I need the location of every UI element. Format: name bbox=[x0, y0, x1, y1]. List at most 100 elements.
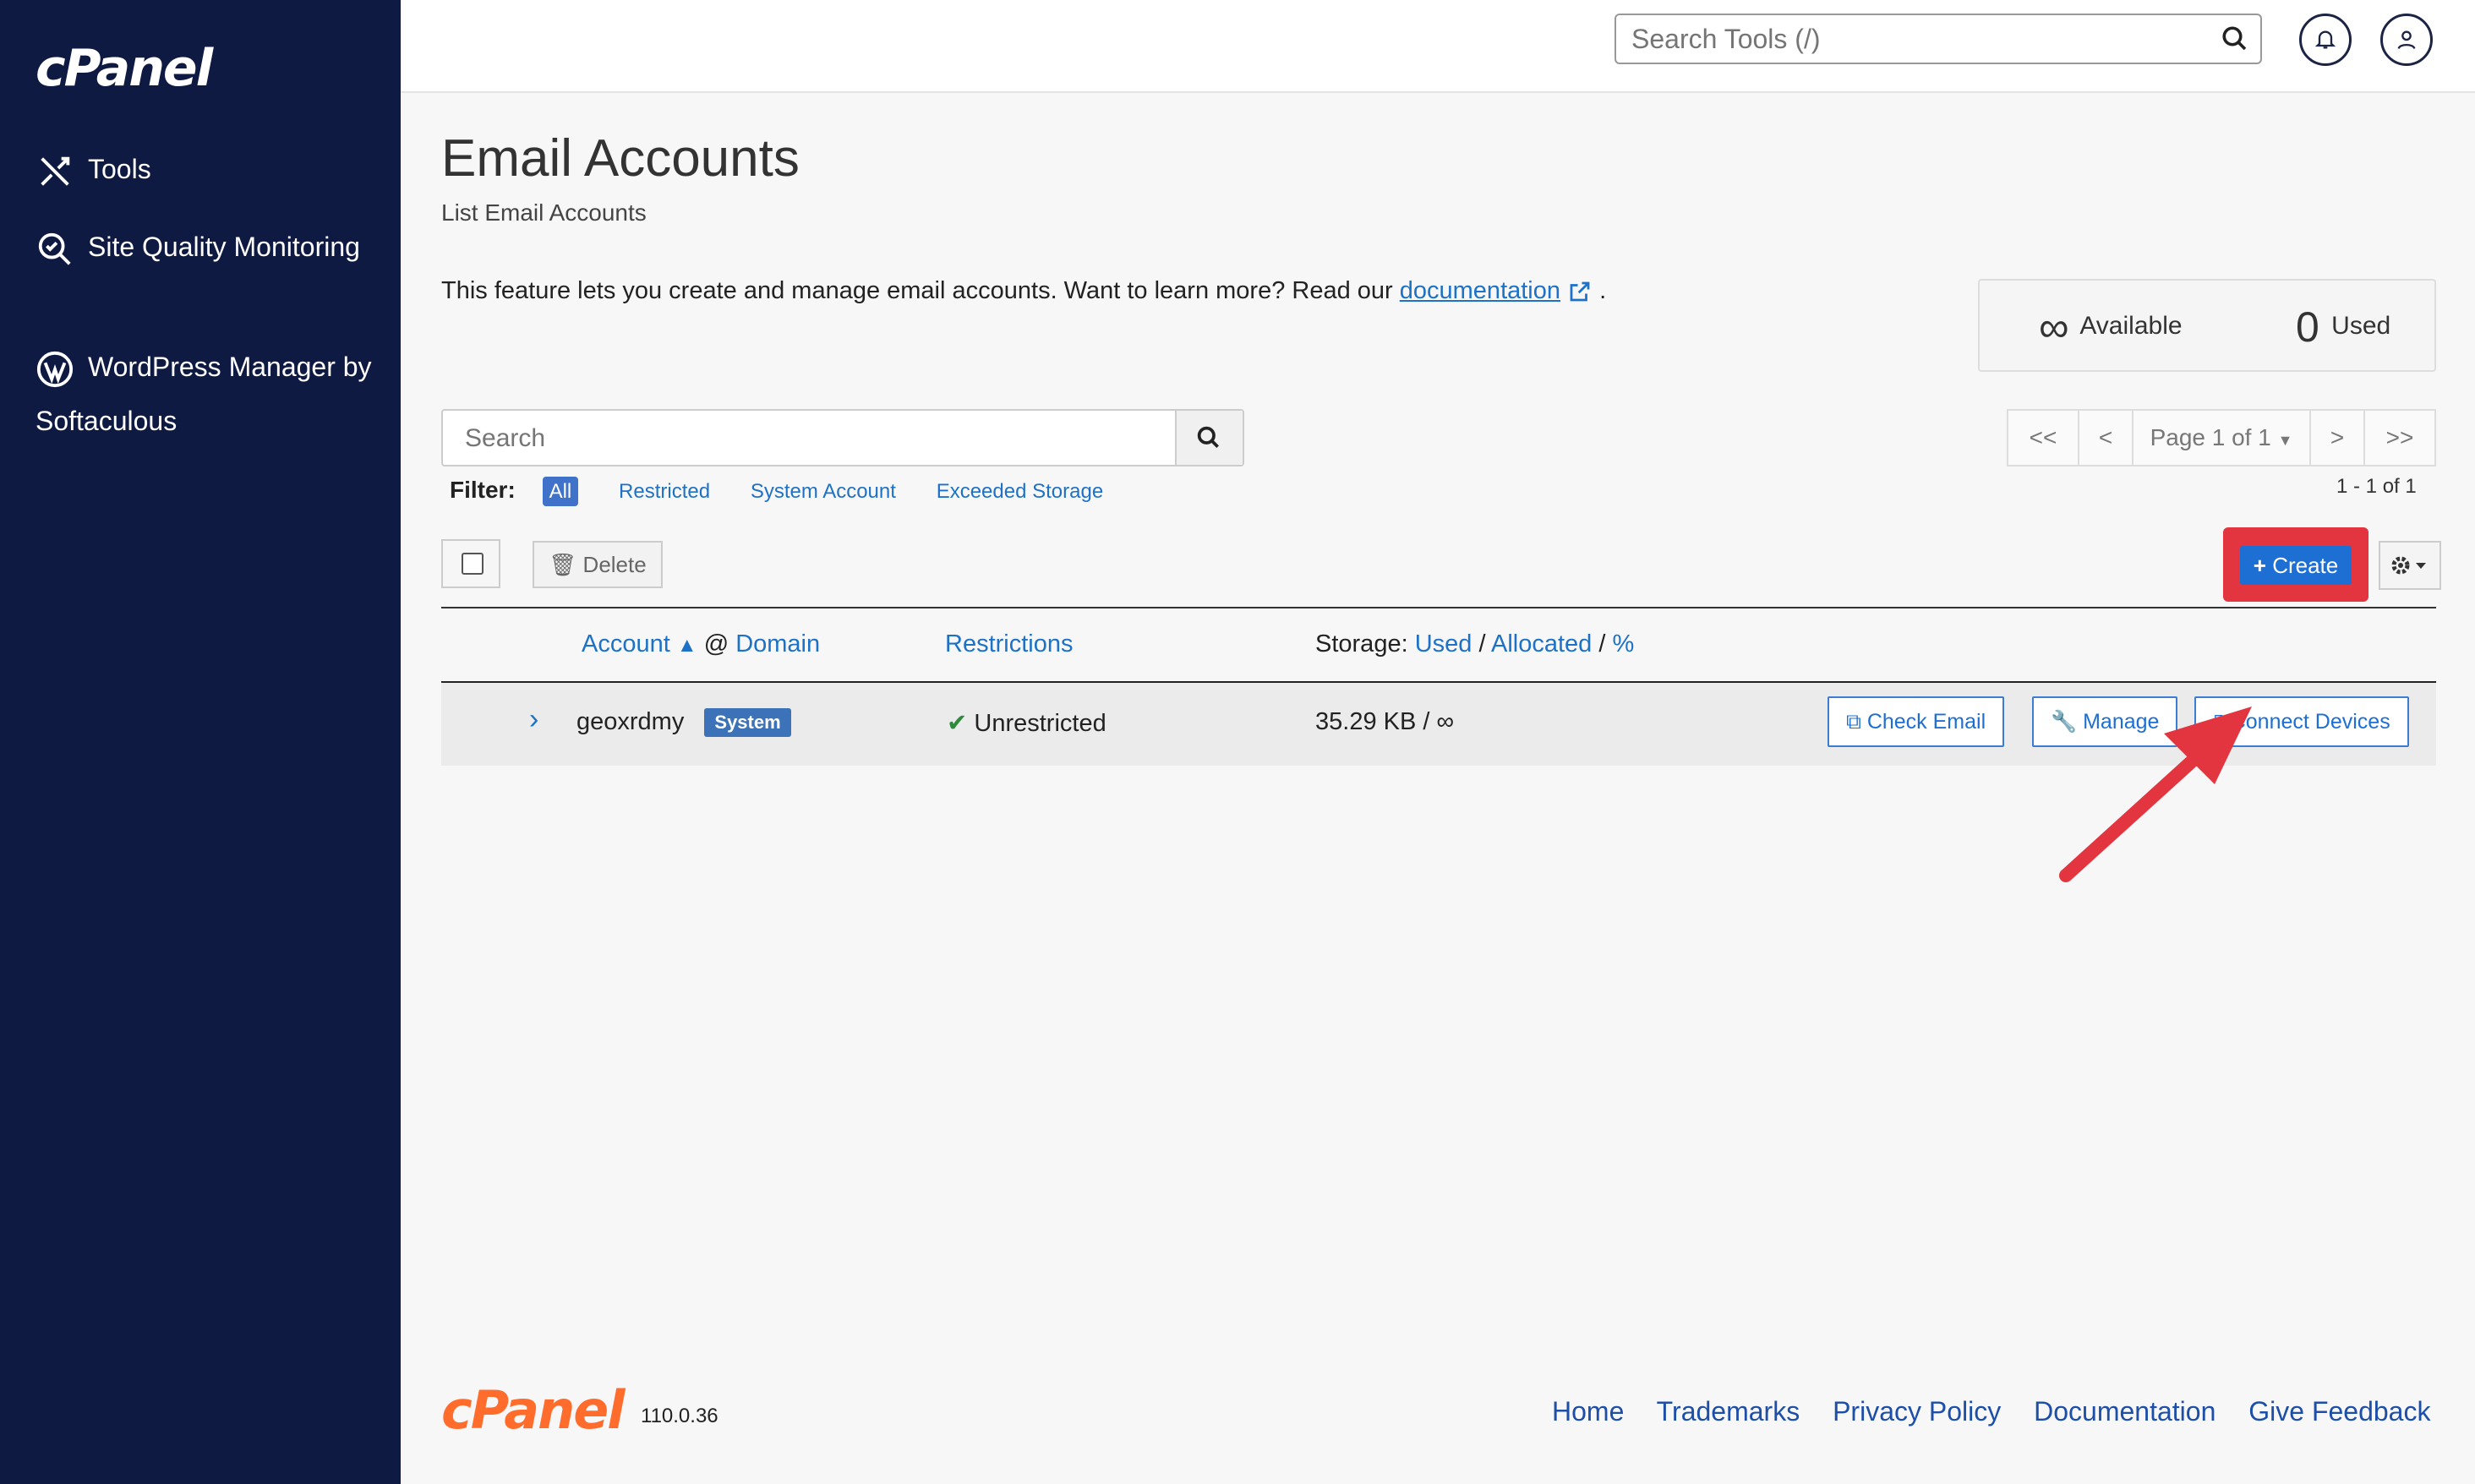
tool-search-field[interactable] bbox=[1614, 14, 2262, 64]
version-number: 110.0.36 bbox=[641, 1405, 718, 1427]
notifications-button[interactable] bbox=[2299, 14, 2352, 66]
connect-devices-label: Connect Devices bbox=[2230, 710, 2390, 734]
sidebar-item-label: WordPress Manager by Softaculous bbox=[36, 352, 372, 436]
search-button[interactable] bbox=[1175, 411, 1243, 465]
sidebar-item-wordpress[interactable]: WordPress Manager by Softaculous bbox=[36, 340, 391, 448]
sort-used-link[interactable]: Used bbox=[1415, 630, 1472, 657]
tools-icon bbox=[36, 152, 74, 191]
sidebar-item-label: Site Quality Monitoring bbox=[88, 232, 360, 262]
search-icon[interactable] bbox=[2220, 24, 2250, 54]
sort-account-link[interactable]: Account bbox=[582, 630, 670, 657]
page-select-label: Page 1 of 1 bbox=[2150, 424, 2271, 450]
footer-link-trademarks[interactable]: Trademarks bbox=[1657, 1396, 1800, 1427]
restriction-cell: ✔ Unrestricted bbox=[947, 708, 1106, 738]
sort-restrictions-link[interactable]: Restrictions bbox=[945, 630, 1074, 657]
external-link-icon: ⧉ bbox=[1846, 710, 1861, 734]
connect-devices-button[interactable]: ▯ Connect Devices bbox=[2194, 696, 2409, 747]
storage-separator: / bbox=[1598, 630, 1606, 657]
account-cell: geoxrdmy System bbox=[576, 708, 791, 738]
settings-dropdown-button[interactable] bbox=[2379, 541, 2441, 590]
wordpress-icon bbox=[36, 350, 74, 389]
select-all-checkbox[interactable] bbox=[441, 539, 500, 588]
footer-link-feedback[interactable]: Give Feedback bbox=[2248, 1396, 2430, 1427]
intro-body: This feature lets you create and manage … bbox=[441, 277, 1393, 304]
filter-restricted[interactable]: Restricted bbox=[619, 480, 710, 503]
external-link-icon bbox=[1570, 281, 1590, 302]
used-label: Used bbox=[2331, 311, 2391, 340]
at-symbol: @ bbox=[703, 630, 729, 657]
sidebar-item-tools[interactable]: Tools bbox=[36, 144, 151, 194]
page-subtitle: List Email Accounts bbox=[441, 199, 647, 226]
sidebar: cPanel Tools Site Quality Monitoring Wor… bbox=[0, 0, 401, 1484]
filter-bar: Filter: All Restricted System Account Ex… bbox=[450, 477, 1137, 506]
sidebar-item-site-quality[interactable]: Site Quality Monitoring bbox=[36, 221, 374, 272]
mobile-icon: ▯ bbox=[2213, 710, 2225, 734]
restriction-value: Unrestricted bbox=[974, 710, 1106, 737]
trash-icon: 🗑 bbox=[549, 552, 577, 577]
filter-label: Filter: bbox=[450, 477, 516, 503]
tool-search-input[interactable] bbox=[1630, 23, 2208, 56]
column-account-domain: Account ▲ @ Domain bbox=[582, 630, 820, 658]
storage-separator: / bbox=[1478, 630, 1486, 657]
cpanel-logo[interactable]: cPanel bbox=[36, 39, 213, 98]
account-stats: ∞ Available 0 Used bbox=[1978, 279, 2436, 372]
available-stat: ∞ Available bbox=[2039, 303, 2183, 352]
storage-cell: 35.29 KB / ∞ bbox=[1315, 708, 1455, 735]
caret-down-icon: ▼ bbox=[2277, 432, 2293, 449]
table-header: Account ▲ @ Domain Restrictions Storage:… bbox=[441, 607, 2436, 685]
bell-icon bbox=[2314, 30, 2336, 49]
documentation-link[interactable]: documentation bbox=[1400, 277, 1560, 304]
prev-page-button[interactable]: < bbox=[2078, 409, 2134, 466]
manage-button[interactable]: 🔧 Manage bbox=[2032, 696, 2178, 747]
account-search bbox=[441, 409, 1244, 466]
create-button[interactable]: + Create bbox=[2240, 546, 2352, 585]
column-restrictions: Restrictions bbox=[945, 630, 1074, 658]
sort-domain-link[interactable]: Domain bbox=[735, 630, 820, 657]
footer-links: Home Trademarks Privacy Policy Documenta… bbox=[1552, 1396, 2456, 1427]
delete-label: Delete bbox=[582, 552, 647, 577]
footer-cpanel-logo[interactable]: cPanel bbox=[441, 1379, 626, 1441]
available-label: Available bbox=[2079, 311, 2183, 340]
sort-percent-link[interactable]: % bbox=[1613, 630, 1635, 657]
user-icon bbox=[2397, 30, 2416, 50]
check-email-label: Check Email bbox=[1866, 710, 1986, 734]
first-page-button[interactable]: << bbox=[2007, 409, 2079, 466]
account-name: geoxrdmy bbox=[576, 708, 685, 735]
footer-link-privacy[interactable]: Privacy Policy bbox=[1833, 1396, 2001, 1427]
page-select[interactable]: Page 1 of 1 ▼ bbox=[2132, 409, 2311, 466]
search-icon bbox=[1197, 426, 1219, 448]
intro-end: . bbox=[1599, 277, 1607, 304]
sort-allocated-link[interactable]: Allocated bbox=[1491, 630, 1592, 657]
intro-text: This feature lets you create and manage … bbox=[441, 277, 1606, 305]
gear-icon bbox=[2391, 556, 2426, 575]
filter-system-account[interactable]: System Account bbox=[751, 480, 896, 503]
filter-all[interactable]: All bbox=[542, 477, 579, 506]
site-quality-icon bbox=[36, 230, 74, 269]
footer-link-documentation[interactable]: Documentation bbox=[2034, 1396, 2215, 1427]
create-label: Create bbox=[2272, 553, 2339, 578]
sort-ascending-icon: ▲ bbox=[676, 634, 697, 657]
last-page-button[interactable]: >> bbox=[2363, 409, 2436, 466]
wrench-icon: 🔧 bbox=[2051, 710, 2078, 734]
checkmark-icon: ✔ bbox=[947, 710, 968, 737]
user-menu-button[interactable] bbox=[2380, 14, 2433, 66]
storage-label: Storage: bbox=[1315, 630, 1408, 657]
checkbox-box bbox=[462, 553, 484, 575]
delete-button[interactable]: 🗑 Delete bbox=[533, 541, 663, 588]
system-badge: System bbox=[704, 708, 791, 738]
used-value: 0 bbox=[2296, 303, 2319, 351]
footer-link-home[interactable]: Home bbox=[1552, 1396, 1624, 1427]
filter-exceeded-storage[interactable]: Exceeded Storage bbox=[937, 480, 1103, 503]
main-content: Email Accounts List Email Accounts This … bbox=[401, 91, 2475, 1484]
sidebar-item-label: Tools bbox=[88, 154, 151, 184]
manage-label: Manage bbox=[2083, 710, 2160, 734]
column-storage: Storage: Used / Allocated / % bbox=[1315, 630, 1634, 658]
available-value: ∞ bbox=[2039, 303, 2069, 351]
check-email-button[interactable]: ⧉ Check Email bbox=[1828, 696, 2005, 747]
next-page-button[interactable]: > bbox=[2309, 409, 2365, 466]
expand-row-chevron-icon[interactable]: › bbox=[529, 703, 538, 736]
result-count: 1 - 1 of 1 bbox=[2336, 475, 2417, 498]
plus-icon: + bbox=[2253, 553, 2266, 578]
account-search-input[interactable] bbox=[463, 421, 1160, 456]
page-title: Email Accounts bbox=[441, 129, 800, 188]
